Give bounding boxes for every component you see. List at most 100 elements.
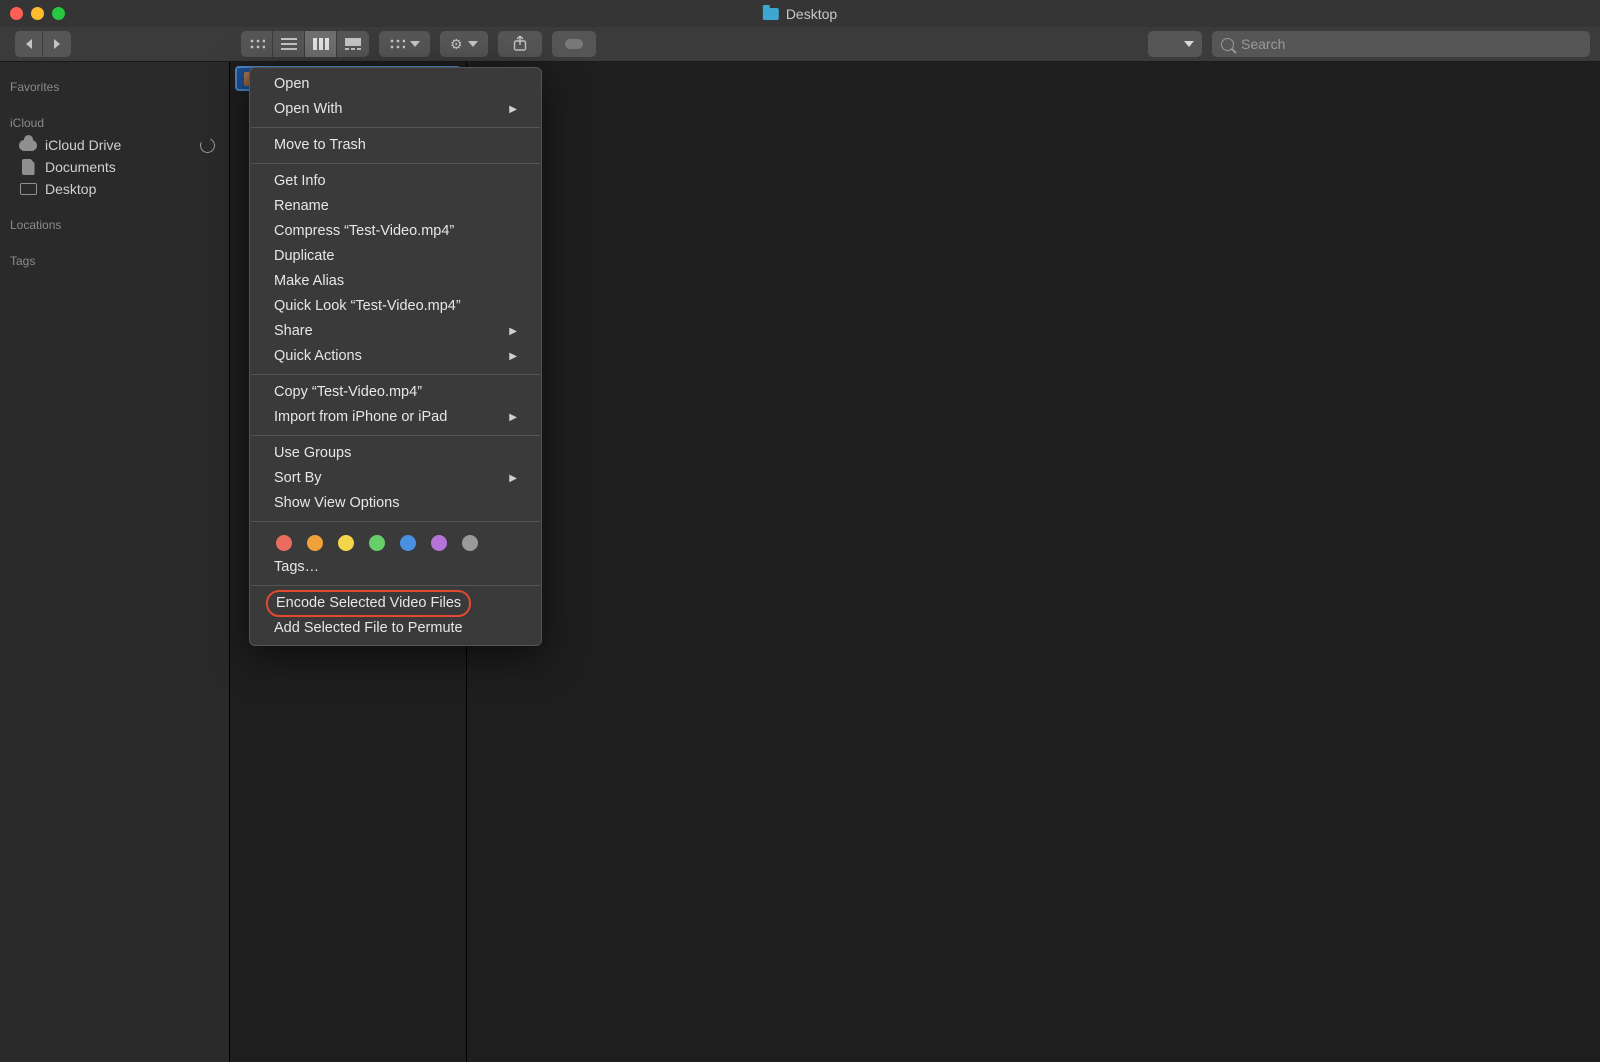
context-item-label: Quick Look “Test-Video.mp4”	[274, 296, 461, 317]
desktop-icon	[19, 181, 37, 197]
tag-color-dot[interactable]	[431, 535, 447, 551]
context-item[interactable]: Open With ▶	[250, 97, 541, 122]
sidebar-item-label: iCloud Drive	[45, 137, 121, 153]
tag-color-dot[interactable]	[307, 535, 323, 551]
context-item[interactable]: Use Groups	[250, 441, 541, 466]
submenu-arrow-icon: ▶	[509, 99, 517, 120]
annotation-highlight: Encode Selected Video Files	[266, 590, 471, 617]
toolbar: ⚙ Search	[0, 27, 1600, 62]
main-area: Favorites iCloud iCloud Drive Documents …	[0, 62, 1600, 1062]
share-button[interactable]	[498, 31, 542, 57]
context-item-label: Compress “Test-Video.mp4”	[274, 221, 454, 242]
column-2	[467, 62, 1600, 1062]
context-item-label: Add Selected File to Permute	[274, 618, 463, 639]
nav-buttons	[15, 31, 71, 57]
arrange-button[interactable]	[379, 31, 430, 57]
search-icon	[1221, 38, 1234, 51]
search-input[interactable]: Search	[1212, 31, 1590, 57]
context-item[interactable]: Rename	[250, 194, 541, 219]
context-item-label: Open	[274, 74, 309, 95]
sidebar-header-tags: Tags	[0, 246, 229, 272]
list-view-button[interactable]	[273, 31, 305, 57]
tag-color-row	[250, 527, 541, 555]
context-item-label: Use Groups	[274, 443, 351, 464]
column-view-button[interactable]	[305, 31, 337, 57]
tags-button[interactable]	[552, 31, 596, 57]
chevron-down-icon	[468, 41, 478, 47]
context-menu: Open Open With ▶ Move to Trash Get InfoRenam…	[249, 67, 542, 646]
tag-color-dot[interactable]	[276, 535, 292, 551]
sidebar-item-icloud-drive[interactable]: iCloud Drive	[0, 134, 133, 156]
submenu-arrow-icon: ▶	[509, 468, 517, 489]
minimize-window-button[interactable]	[31, 7, 44, 20]
search-placeholder: Search	[1241, 36, 1285, 52]
sidebar-item-documents[interactable]: Documents	[0, 156, 229, 178]
context-item[interactable]: Get Info	[250, 169, 541, 194]
close-window-button[interactable]	[10, 7, 23, 20]
view-switcher	[241, 31, 369, 57]
chevron-down-icon	[1184, 41, 1194, 47]
context-item[interactable]: Show View Options	[250, 491, 541, 516]
tag-color-dot[interactable]	[400, 535, 416, 551]
sidebar: Favorites iCloud iCloud Drive Documents …	[0, 62, 230, 1062]
context-separator	[251, 374, 540, 375]
sidebar-item-desktop[interactable]: Desktop	[0, 178, 229, 200]
chevron-down-icon	[410, 41, 420, 47]
gear-icon: ⚙	[450, 36, 463, 53]
context-item[interactable]: Copy “Test-Video.mp4”	[250, 380, 541, 405]
context-item-tags[interactable]: Tags…	[250, 555, 541, 580]
submenu-arrow-icon: ▶	[509, 346, 517, 367]
context-separator	[251, 521, 540, 522]
titlebar: Desktop	[0, 0, 1600, 27]
context-item[interactable]: Import from iPhone or iPad▶	[250, 405, 541, 430]
tag-icon	[565, 39, 583, 49]
icon-view-button[interactable]	[241, 31, 273, 57]
sidebar-header-icloud: iCloud	[0, 108, 229, 134]
gallery-view-button[interactable]	[337, 31, 369, 57]
context-item-label: Make Alias	[274, 271, 344, 292]
context-item[interactable]: Open	[250, 72, 541, 97]
action-button[interactable]: ⚙	[440, 31, 488, 57]
zoom-window-button[interactable]	[52, 7, 65, 20]
submenu-arrow-icon: ▶	[509, 321, 517, 342]
context-separator	[251, 163, 540, 164]
context-item-label: Sort By	[274, 468, 322, 489]
context-item[interactable]: Share ▶	[250, 319, 541, 344]
sidebar-item-label: Documents	[45, 159, 116, 175]
context-item[interactable]: Move to Trash	[250, 133, 541, 158]
group-dropdown[interactable]	[1148, 31, 1202, 57]
folder-icon	[763, 8, 779, 20]
window-title: Desktop	[763, 6, 837, 22]
context-item-label: Rename	[274, 196, 329, 217]
tag-color-dot[interactable]	[369, 535, 385, 551]
forward-button[interactable]	[43, 31, 71, 57]
context-item-label: Copy “Test-Video.mp4”	[274, 382, 422, 403]
tag-color-dot[interactable]	[462, 535, 478, 551]
context-separator	[251, 585, 540, 586]
tag-color-dot[interactable]	[338, 535, 354, 551]
context-item-label: Import from iPhone or iPad	[274, 407, 447, 428]
context-separator	[251, 435, 540, 436]
context-item[interactable]: Make Alias	[250, 269, 541, 294]
context-item-label: Quick Actions	[274, 346, 362, 367]
context-item[interactable]: Encode Selected Video Files	[250, 591, 541, 616]
context-item[interactable]: Add Selected File to Permute	[250, 616, 541, 641]
grid-icon	[389, 38, 405, 50]
context-item-label: Open With	[274, 99, 343, 120]
document-icon	[19, 159, 37, 175]
context-item-label: Duplicate	[274, 246, 334, 267]
context-item[interactable]: Sort By ▶	[250, 466, 541, 491]
window-controls	[10, 7, 65, 20]
context-item-label: Show View Options	[274, 493, 399, 514]
back-button[interactable]	[15, 31, 43, 57]
context-item[interactable]: Quick Look “Test-Video.mp4”	[250, 294, 541, 319]
context-item-label: Share	[274, 321, 313, 342]
context-item[interactable]: Quick Actions ▶	[250, 344, 541, 369]
context-item[interactable]: Compress “Test-Video.mp4”	[250, 219, 541, 244]
context-item[interactable]: Duplicate	[250, 244, 541, 269]
sidebar-header-favorites: Favorites	[0, 72, 229, 98]
context-item-label: Move to Trash	[274, 135, 366, 156]
sidebar-header-locations: Locations	[0, 210, 229, 236]
context-separator	[251, 127, 540, 128]
window-title-text: Desktop	[786, 6, 837, 22]
